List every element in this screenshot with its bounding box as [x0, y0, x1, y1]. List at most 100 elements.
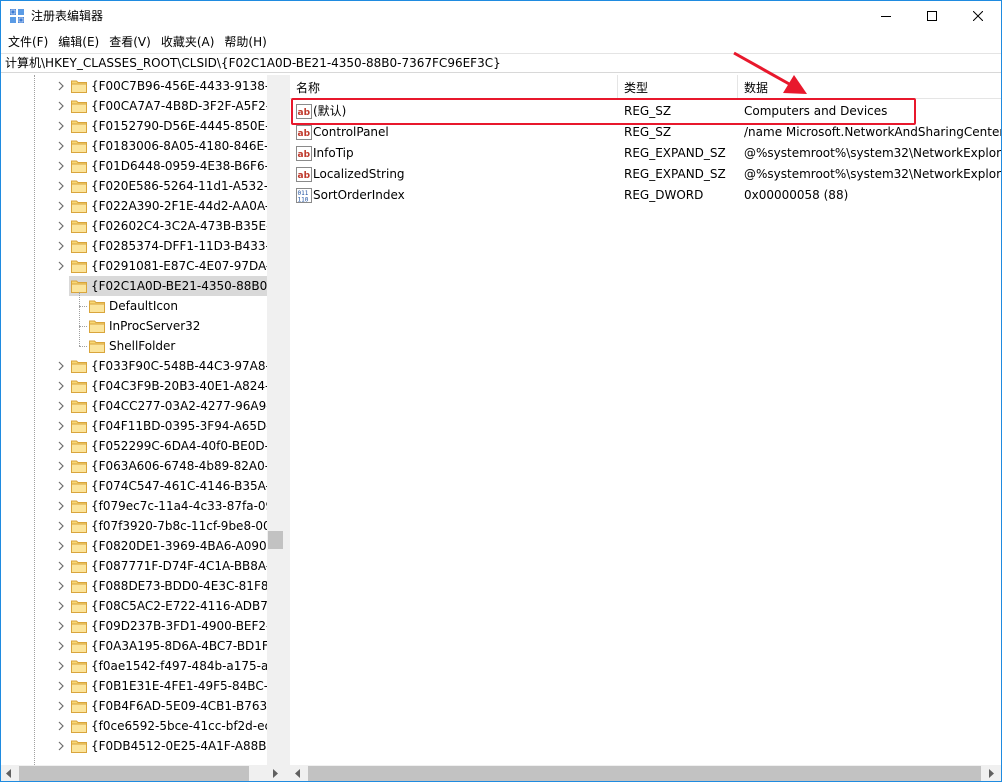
tree-child-key[interactable]: DefaultIcon	[1, 296, 267, 316]
scroll-left-icon[interactable]	[294, 769, 302, 778]
menu-help[interactable]: 帮助(H)	[220, 32, 272, 52]
chevron-right-icon[interactable]	[56, 81, 66, 91]
tree-child-key[interactable]: ShellFolder	[1, 336, 267, 356]
chevron-right-icon[interactable]	[56, 541, 66, 551]
address-bar[interactable]: 计算机\HKEY_CLASSES_ROOT\CLSID\{F02C1A0D-BE…	[1, 53, 1001, 73]
tree-vertical-scrollbar[interactable]	[267, 75, 284, 765]
chevron-right-icon[interactable]	[56, 621, 66, 631]
tree-key[interactable]: {f079ec7c-11a4-4c33-87fa-090	[1, 496, 267, 516]
tree-key[interactable]: {F0291081-E87C-4E07-97DA-A	[1, 256, 267, 276]
chevron-right-icon[interactable]	[56, 461, 66, 471]
tree-key[interactable]: {F00C7B96-456E-4433-9138-5	[1, 76, 267, 96]
tree-key[interactable]: {F020E586-5264-11d1-A532-00	[1, 176, 267, 196]
tree-key[interactable]: {F052299C-6DA4-40f0-BE0D-8	[1, 436, 267, 456]
tree-key[interactable]: {f0ae1542-f497-484b-a175-a2	[1, 656, 267, 676]
value-row[interactable]: ab InfoTip REG_EXPAND_SZ @%systemroot%\syst…	[290, 143, 1001, 164]
tree-key[interactable]: {F0285374-DFF1-11D3-B433-00	[1, 236, 267, 256]
chevron-right-icon[interactable]	[56, 261, 66, 271]
chevron-right-icon[interactable]	[56, 481, 66, 491]
scroll-right-icon[interactable]	[271, 769, 279, 778]
tree-key[interactable]: {F04C3F9B-20B3-40E1-A824-3/	[1, 376, 267, 396]
chevron-right-icon[interactable]	[56, 441, 66, 451]
menu-favorites[interactable]: 收藏夹(A)	[157, 32, 221, 52]
menu-view[interactable]: 查看(V)	[105, 32, 157, 52]
tree-key-label: {F0285374-DFF1-11D3-B433-00	[91, 239, 267, 253]
chevron-right-icon[interactable]	[56, 201, 66, 211]
registry-app-icon	[10, 9, 24, 23]
tree-key[interactable]: {F0A3A195-8D6A-4BC7-BD1F-3	[1, 636, 267, 656]
chevron-right-icon[interactable]	[56, 421, 66, 431]
chevron-right-icon[interactable]	[56, 221, 66, 231]
value-row[interactable]: 011 110 SortOrderIndex REG_DWORD 0x00000058 …	[290, 185, 1001, 206]
tree-key[interactable]: {F063A606-6748-4b89-82A0-3I	[1, 456, 267, 476]
tree-horizontal-scroll-thumb[interactable]	[19, 766, 249, 781]
chevron-right-icon[interactable]	[56, 141, 66, 151]
tree-key[interactable]: {F033F90C-548B-44C3-97A8-B	[1, 356, 267, 376]
scroll-right-icon[interactable]	[987, 769, 995, 778]
menu-edit[interactable]: 编辑(E)	[54, 32, 105, 52]
chevron-right-icon[interactable]	[56, 181, 66, 191]
tree-child-key[interactable]: InProcServer32	[1, 316, 267, 336]
tree-key[interactable]: {F0820DE1-3969-4BA6-A090-E	[1, 536, 267, 556]
menu-file[interactable]: 文件(F)	[4, 32, 54, 52]
maximize-button[interactable]	[909, 1, 955, 31]
registry-key-tree[interactable]: {F00C7B96-456E-4433-9138-5 {F00CA7A7-4B8D…	[1, 75, 284, 765]
minimize-button[interactable]	[863, 1, 909, 31]
value-row[interactable]: ab ControlPanel REG_SZ/name Microsoft.Netw…	[290, 122, 1001, 143]
tree-key[interactable]: {F02602C4-3C2A-473B-B35E-6	[1, 216, 267, 236]
close-button[interactable]	[955, 1, 1001, 31]
tree-key[interactable]: {F087771F-D74F-4C1A-BB8A-E	[1, 556, 267, 576]
chevron-right-icon[interactable]	[56, 241, 66, 251]
column-header-data[interactable]: 数据	[738, 75, 1001, 99]
column-header-type[interactable]: 类型	[618, 75, 738, 99]
chevron-right-icon[interactable]	[56, 581, 66, 591]
tree-key[interactable]: {F01D6448-0959-4E38-B6F6-B	[1, 156, 267, 176]
tree-horizontal-scrollbar[interactable]	[1, 765, 284, 781]
chevron-right-icon[interactable]	[56, 561, 66, 571]
chevron-right-icon[interactable]	[56, 721, 66, 731]
tree-vertical-scroll-thumb[interactable]	[268, 531, 283, 549]
chevron-right-icon[interactable]	[56, 401, 66, 411]
tree-key[interactable]: {F04F11BD-0395-3F94-A65D-C	[1, 416, 267, 436]
chevron-right-icon[interactable]	[56, 661, 66, 671]
tree-key[interactable]: {F04CC277-03A2-4277-96A9-7	[1, 396, 267, 416]
chevron-right-icon[interactable]	[56, 101, 66, 111]
chevron-right-icon[interactable]	[56, 161, 66, 171]
chevron-right-icon[interactable]	[56, 381, 66, 391]
chevron-right-icon[interactable]	[56, 701, 66, 711]
values-horizontal-scrollbar[interactable]	[290, 765, 1001, 781]
tree-key[interactable]: {F074C547-461C-4146-B35A-F	[1, 476, 267, 496]
chevron-right-icon[interactable]	[56, 681, 66, 691]
tree-key[interactable]: {f07f3920-7b8c-11cf-9be8-00a	[1, 516, 267, 536]
folder-icon	[71, 240, 87, 253]
column-header-name[interactable]: 名称	[290, 75, 618, 99]
tree-key[interactable]: {F02C1A0D-BE21-4350-88B0-7	[69, 276, 267, 296]
value-row[interactable]: ab (默认) REG_SZ Computers and Devices	[290, 101, 1001, 122]
tree-key[interactable]: {F0B4F6AD-5E09-4CB1-B763-E	[1, 696, 267, 716]
chevron-right-icon[interactable]	[56, 501, 66, 511]
tree-key[interactable]: {F08C5AC2-E722-4116-ADB7-C	[1, 596, 267, 616]
chevron-right-icon[interactable]	[56, 601, 66, 611]
tree-key[interactable]: {f0ce6592-5bce-41cc-bf2d-ec4	[1, 716, 267, 736]
minimize-icon	[881, 16, 891, 17]
values-horizontal-scroll-thumb[interactable]	[308, 766, 981, 781]
chevron-right-icon[interactable]	[56, 121, 66, 131]
chevron-right-icon[interactable]	[56, 361, 66, 371]
tree-key[interactable]: {F09D237B-3FD1-4900-BEF2-3/	[1, 616, 267, 636]
tree-key[interactable]: {F0152790-D56E-4445-850E-4I	[1, 116, 267, 136]
registry-values-list[interactable]: 名称 类型 数据 ab (默认) REG_SZ Computers and Devic…	[290, 75, 1001, 765]
chevron-right-icon[interactable]	[56, 521, 66, 531]
title-bar[interactable]: 注册表编辑器	[1, 1, 1001, 31]
maximize-icon	[927, 11, 937, 21]
scroll-left-icon[interactable]	[5, 769, 13, 778]
tree-key[interactable]: {F0B1E31E-4FE1-49F5-84BC-4E	[1, 676, 267, 696]
value-row[interactable]: ab LocalizedString REG_EXPAND_SZ @%systemro…	[290, 164, 1001, 185]
tree-key[interactable]: {F0183006-8A05-4180-846E-0/	[1, 136, 267, 156]
chevron-right-icon[interactable]	[56, 741, 66, 751]
tree-key[interactable]: {F0DB4512-0E25-4A1F-A88B-8	[1, 736, 267, 756]
tree-key[interactable]: {F022A390-2F1E-44d2-AA0A-0	[1, 196, 267, 216]
chevron-right-icon[interactable]	[56, 641, 66, 651]
tree-key[interactable]: {F088DE73-BDD0-4E3C-81F8-6	[1, 576, 267, 596]
tree-key[interactable]: {F00CA7A7-4B8D-3F2F-A5F2-C	[1, 96, 267, 116]
folder-icon	[71, 120, 87, 133]
